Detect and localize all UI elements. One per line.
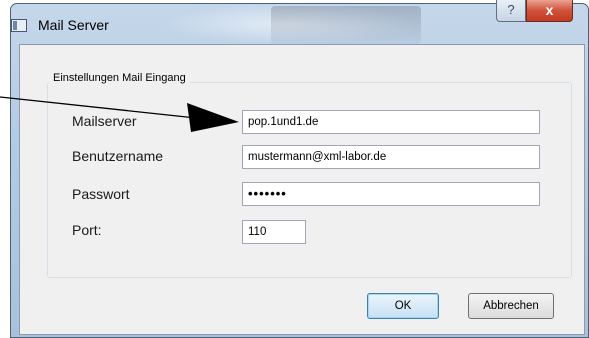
arrow-line (0, 96, 197, 119)
arrow-head (187, 103, 239, 132)
annotation-arrow (0, 96, 239, 132)
